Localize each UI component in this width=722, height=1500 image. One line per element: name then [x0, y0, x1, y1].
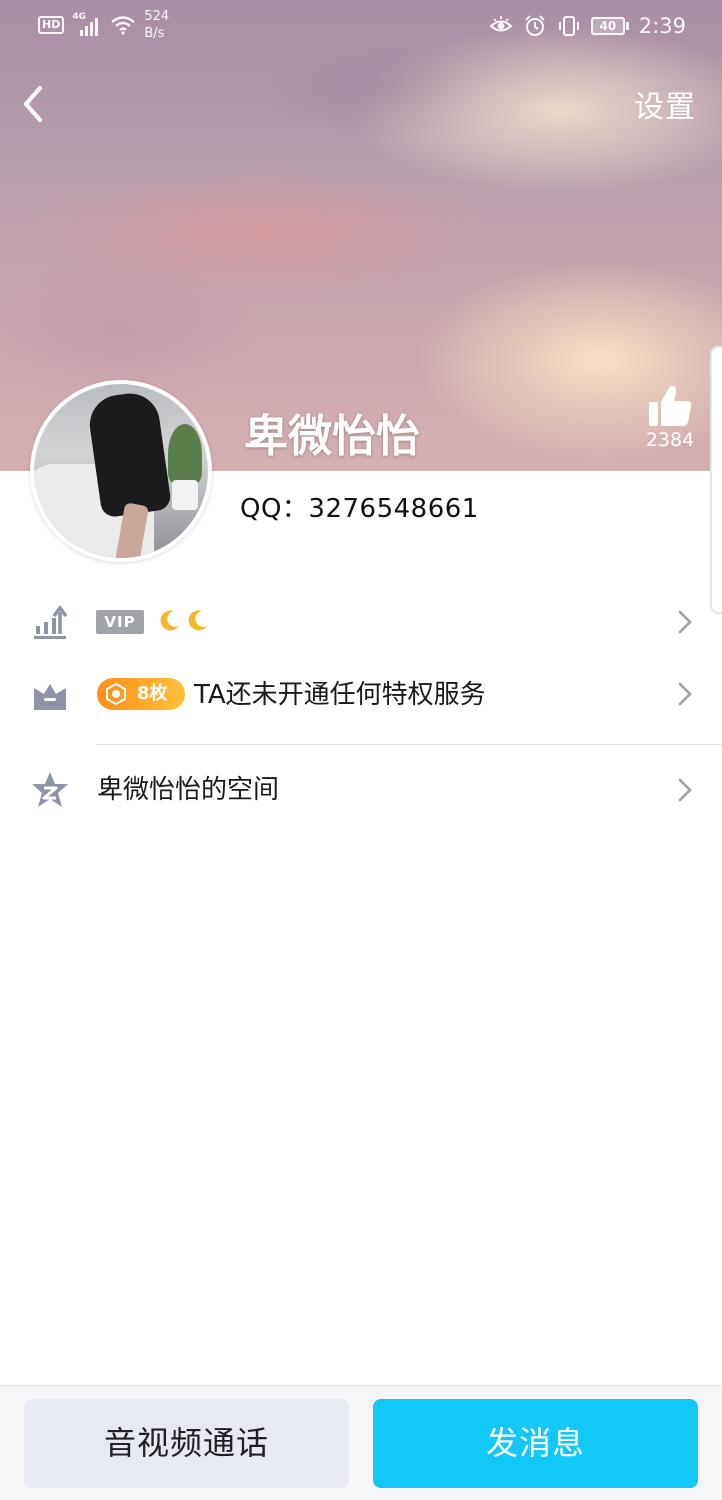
qzone-star-icon — [32, 772, 68, 807]
clock: 2:39 — [638, 14, 686, 38]
status-right: 40 2:39 — [489, 14, 686, 38]
hd-badge: HD — [38, 16, 65, 34]
status-bar: HD 4G 524 B/s 40 2:39 — [0, 0, 722, 56]
qzone-label: 卑微怡怡的空间 — [97, 775, 280, 805]
divider — [96, 744, 722, 745]
like-button[interactable]: 2384 — [642, 384, 698, 451]
net-speed: 524 B/s — [144, 8, 169, 42]
privilege-text: TA还未开通任何特权服务 — [194, 680, 486, 710]
wifi-icon — [111, 16, 136, 35]
battery-level: 40 — [590, 17, 625, 35]
nickname: 卑微怡怡 — [244, 411, 420, 462]
qq-number: QQ：3276548661 — [240, 494, 479, 524]
net-speed-value: 524 — [144, 9, 170, 24]
medal-count: 8枚 — [137, 683, 168, 704]
medal-icon — [106, 683, 126, 705]
bottom-action-bar: 音视频通话 发消息 — [0, 1385, 722, 1500]
medal-badge: 8枚 — [97, 678, 185, 710]
settings-button[interactable]: 设置 — [634, 82, 696, 126]
battery-icon: 40 — [590, 17, 629, 35]
eye-comfort-icon — [489, 16, 513, 32]
send-message-button[interactable]: 发消息 — [373, 1399, 698, 1488]
chevron-right-icon — [678, 778, 692, 802]
status-left: HD 4G 524 B/s — [38, 8, 169, 42]
chevron-right-icon — [678, 610, 692, 634]
crown-icon — [34, 684, 66, 710]
cell-signal-icon: 4G — [72, 12, 102, 36]
avatar[interactable] — [30, 380, 212, 562]
moon-icon — [188, 610, 207, 631]
back-button[interactable] — [18, 82, 54, 126]
level-row[interactable]: VIP — [0, 600, 722, 646]
vibrate-icon — [558, 16, 579, 36]
thumbs-up-icon — [649, 385, 692, 426]
moon-icon — [160, 610, 179, 631]
level-chart-icon — [34, 605, 68, 639]
like-count: 2384 — [645, 429, 695, 451]
vip-badge: VIP — [96, 610, 144, 634]
side-panel-edge — [710, 346, 722, 614]
net-speed-unit: B/s — [144, 26, 165, 41]
call-button[interactable]: 音视频通话 — [24, 1399, 349, 1488]
alarm-icon — [525, 15, 545, 36]
chevron-right-icon — [678, 682, 692, 706]
